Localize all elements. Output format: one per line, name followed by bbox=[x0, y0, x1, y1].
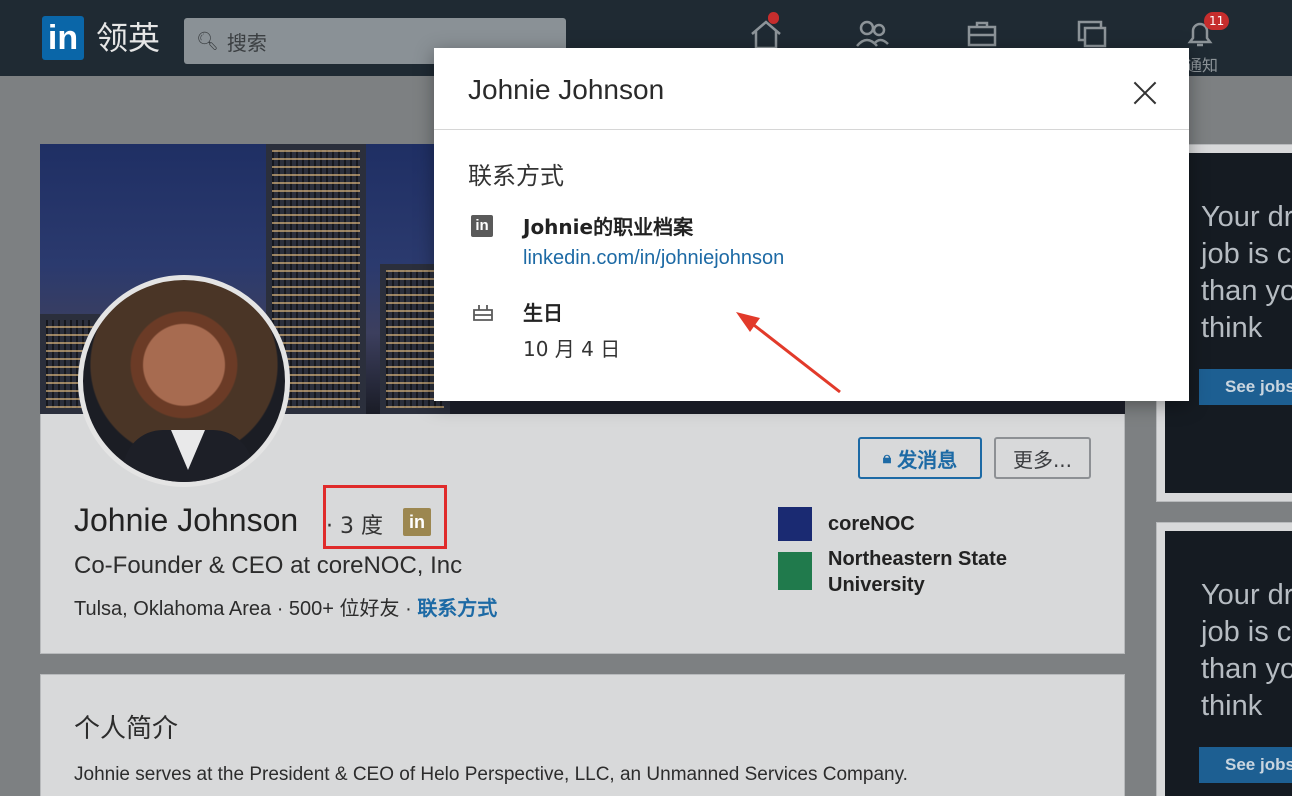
home-badge-dot bbox=[768, 12, 779, 24]
company-name: coreNOC bbox=[828, 512, 915, 535]
notifications-label[interactable]: 通知 bbox=[1186, 52, 1218, 76]
contact-info-link[interactable]: 联系方式 bbox=[417, 598, 497, 620]
school-logo bbox=[778, 552, 812, 590]
sidebar-ad: Your dr job is c than yo think See jobs bbox=[1156, 522, 1292, 796]
message-button[interactable]: 🔒︎ 发消息 bbox=[858, 437, 982, 479]
company-entry[interactable]: coreNOC bbox=[778, 507, 915, 541]
profile-link-label: Johnie的职业档案 bbox=[523, 215, 694, 239]
linkedin-logo-icon[interactable]: in bbox=[42, 16, 84, 60]
birthday-cake-icon bbox=[473, 305, 493, 321]
modal-title: Johnie Johnson bbox=[468, 74, 665, 105]
contact-section-title: 联系方式 bbox=[468, 162, 564, 190]
search-placeholder: 搜索 bbox=[226, 30, 267, 55]
avatar[interactable] bbox=[78, 275, 290, 487]
notifications-count-badge: 11 bbox=[1204, 12, 1230, 30]
about-text: Johnie serves at the President & CEO of … bbox=[74, 764, 908, 785]
more-button[interactable]: 更多... bbox=[994, 437, 1091, 479]
school-name-line1: Northeastern State bbox=[828, 548, 1007, 570]
contact-info-modal: Johnie Johnson 联系方式 in Johnie的职业档案 linke… bbox=[434, 48, 1189, 401]
brand-name: 领英 bbox=[96, 19, 161, 57]
profile-url-link[interactable]: linkedin.com/in/johniejohnson bbox=[523, 247, 784, 270]
linkedin-member-icon: in bbox=[403, 508, 431, 536]
connection-degree: · 3 度 bbox=[326, 514, 383, 539]
linkedin-profile-icon: in bbox=[471, 215, 493, 237]
modal-divider bbox=[434, 129, 1189, 130]
message-button-label: 发消息 bbox=[897, 447, 958, 472]
ad-text: Your dr job is c than yo think bbox=[1201, 201, 1292, 344]
birthday-value: 10 月 4 日 bbox=[523, 337, 621, 361]
profile-connections[interactable]: 500+ 位好友 bbox=[289, 598, 400, 620]
company-logo bbox=[778, 507, 812, 541]
school-entry[interactable]: Northeastern State University bbox=[778, 546, 1007, 598]
profile-name: Johnie Johnson bbox=[74, 502, 299, 538]
see-jobs-button[interactable]: See jobs bbox=[1199, 369, 1292, 405]
see-jobs-button[interactable]: See jobs bbox=[1199, 747, 1292, 783]
close-icon[interactable] bbox=[1130, 78, 1160, 108]
profile-meta: Tulsa, Oklahoma Area · 500+ 位好友 · 联系方式 bbox=[74, 598, 498, 620]
about-title: 个人简介 bbox=[74, 714, 179, 744]
school-name-line2: University bbox=[828, 574, 925, 596]
profile-location: Tulsa, Oklahoma Area bbox=[74, 598, 272, 620]
ad-text: Your dr job is c than yo think bbox=[1201, 579, 1292, 722]
birthday-label: 生日 bbox=[523, 301, 563, 325]
profile-headline: Co-Founder & CEO at coreNOC, Inc bbox=[74, 552, 463, 579]
search-icon: 🔍︎ bbox=[196, 30, 219, 52]
lock-icon: 🔒︎ bbox=[882, 448, 892, 467]
